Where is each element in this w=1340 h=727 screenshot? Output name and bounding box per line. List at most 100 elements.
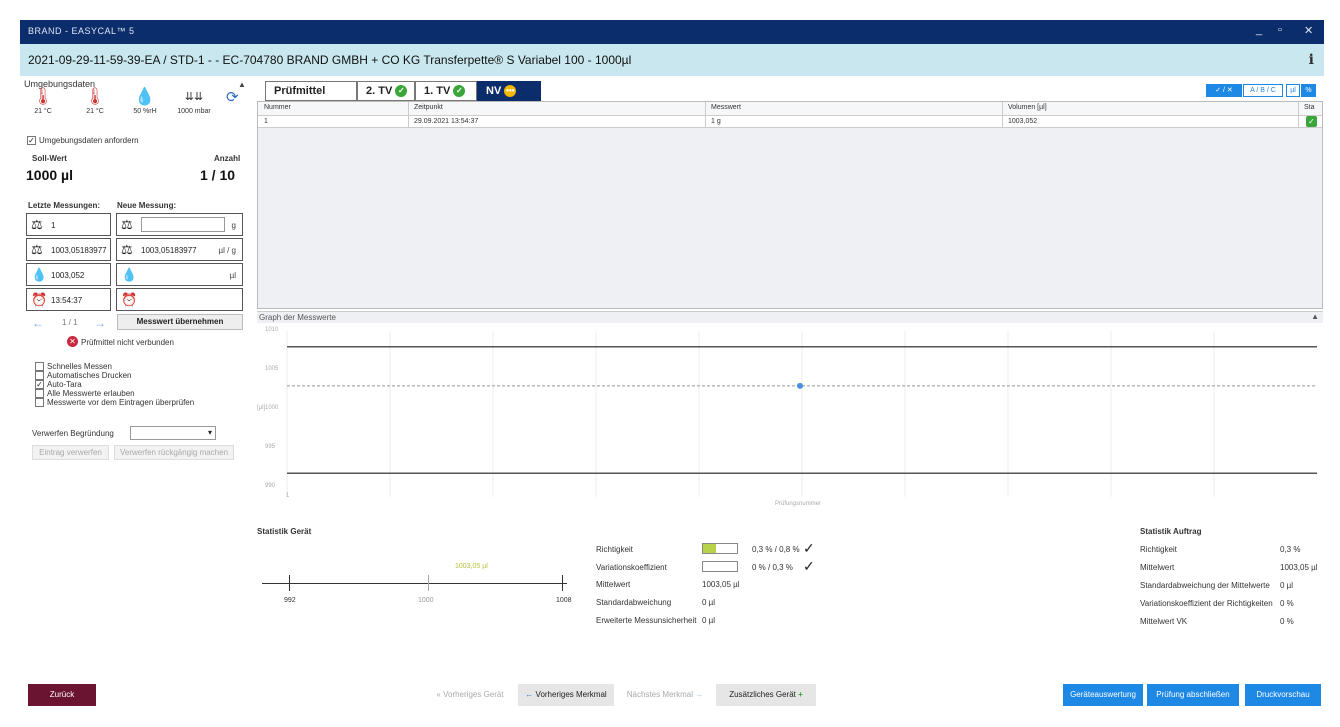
y-tick-label: 995 — [265, 444, 276, 450]
check-icon: ✓ — [803, 540, 815, 556]
add-device-button[interactable]: Zusätzliches Gerät + — [716, 684, 816, 706]
column-header[interactable]: Zeitpunkt — [414, 104, 443, 111]
option-checkbox-2[interactable]: ✓ — [35, 380, 44, 389]
last-volume-box: 💧 1003,052 — [26, 263, 111, 286]
discard-reason-label: Verwerfen Begründung — [32, 429, 114, 438]
new-factor: 1003,05183977 — [141, 246, 197, 255]
prev-device-button[interactable]: « Vorheriges Gerät — [425, 684, 515, 706]
new-weight-box: ⚖ g — [116, 213, 243, 236]
tolerance-scale — [262, 583, 567, 584]
stat-label: Variationskoeffizient — [596, 563, 667, 572]
cell-number: 1 — [264, 118, 268, 125]
prev-feature-button[interactable]: ← Vorheriges Merkmal — [518, 684, 614, 706]
env-pressure: ⇊⇊ 1000 mbar — [176, 86, 212, 115]
refresh-icon[interactable]: ⟳ — [226, 88, 239, 106]
stat-label: Richtigkeit — [596, 545, 633, 554]
tab-1tv[interactable]: 1. TV ✓ — [415, 81, 477, 101]
chevron-down-icon: ▾ — [207, 428, 212, 437]
y-axis-label: [µl] — [257, 405, 266, 411]
alarm-clock-icon: ⏰ — [31, 292, 48, 307]
option-checkbox-1[interactable] — [35, 371, 44, 380]
tab-label: NV — [486, 85, 502, 97]
y-tick-label: 990 — [265, 483, 276, 489]
title-bar: BRAND - EASYCAL™ 5 _ ▫ ✕ — [20, 20, 1324, 44]
page-title: 2021-09-29-11-59-39-EA / STD-1 - - EC-70… — [28, 53, 632, 67]
new-time-box: ⏰ — [116, 288, 243, 311]
column-header[interactable]: Nummer — [264, 104, 291, 111]
env-request-checkbox[interactable]: ✓ — [27, 136, 36, 145]
next-arrow-icon[interactable]: → — [94, 316, 106, 330]
option-checkbox-0[interactable] — [35, 362, 44, 371]
app-title: BRAND - EASYCAL™ 5 — [28, 26, 135, 36]
last-weight-box: ⚖ 1 — [26, 213, 111, 236]
stat-label: Richtigkeit — [1140, 545, 1177, 554]
arrow-left-icon: ← — [525, 690, 534, 699]
device-evaluation-button[interactable]: Geräteauswertung — [1063, 684, 1143, 706]
info-icon[interactable]: i — [1309, 52, 1314, 68]
stat-label: Mittelwert — [1140, 563, 1175, 572]
stat-label: Mittelwert — [596, 580, 631, 589]
new-weight-input[interactable] — [141, 217, 225, 232]
measurements-table: Nummer Zeitpunkt Messwert Volumen [µl] S… — [257, 101, 1323, 309]
option-checkbox-4[interactable] — [35, 398, 44, 407]
humidity-icon: 💧 — [134, 87, 156, 106]
close-button[interactable]: ✕ — [1304, 24, 1313, 37]
maximize-button[interactable]: ▫ — [1278, 24, 1282, 36]
undo-discard-button[interactable]: Verwerfen rückgängig machen — [114, 445, 234, 460]
collapse-icon[interactable]: ▲ — [1311, 312, 1319, 321]
env-humidity: 💧 50 %rH — [130, 86, 160, 115]
factor-icon: ⚖ — [121, 242, 133, 257]
thermometer-icon: 🌡 — [32, 87, 54, 106]
env-value: 1000 mbar — [177, 108, 211, 115]
column-header[interactable]: Messwert — [711, 104, 741, 111]
toggle-percent[interactable]: % — [1301, 84, 1316, 97]
toggle-ok-nok[interactable]: ✓ / ✕ — [1206, 84, 1242, 97]
table-header: Nummer Zeitpunkt Messwert Volumen [µl] S… — [258, 102, 1322, 116]
option-label: Schnelles Messen — [47, 362, 112, 371]
last-measurements-label: Letzte Messungen: — [28, 201, 101, 210]
new-factor-box: ⚖ 1003,05183977 µl / g — [116, 238, 243, 261]
stat-value: 0 % — [1280, 617, 1294, 626]
graph-title-bar: Graph der Messwerte ▲ — [257, 311, 1323, 323]
discard-entry-button[interactable]: Eintrag verwerfen — [32, 445, 109, 460]
scale-tick — [562, 575, 563, 591]
column-header[interactable]: Volumen [µl] — [1008, 104, 1047, 111]
factor-unit: µl / g — [218, 246, 236, 255]
tab-pruefmittel[interactable]: Prüfmittel — [265, 81, 357, 101]
discard-reason-select[interactable]: ▾ — [130, 426, 216, 440]
tab-nv[interactable]: NV ••• — [477, 81, 541, 101]
pressure-icon: ⇊⇊ — [184, 91, 204, 103]
option-checkbox-3[interactable] — [35, 389, 44, 398]
toggle-abc[interactable]: A / B / C — [1243, 84, 1283, 97]
back-button[interactable]: Zurück — [28, 684, 96, 706]
stat-value: 0 µl — [1280, 581, 1294, 590]
column-header[interactable]: Sta — [1304, 104, 1315, 111]
status-ok-icon: ✓ — [1306, 116, 1317, 127]
weight-unit: g — [231, 221, 236, 230]
print-preview-button[interactable]: Druckvorschau — [1245, 684, 1321, 706]
tab-2tv[interactable]: 2. TV ✓ — [357, 81, 415, 101]
x-axis-label: Prüfungsnummer — [775, 501, 822, 507]
weight-icon: ⚖ — [121, 217, 133, 232]
check-icon: ✓ — [395, 85, 408, 98]
prev-arrow-icon[interactable]: ← — [32, 316, 44, 330]
button-label: Vorheriges Merkmal — [535, 690, 607, 699]
finish-inspection-button[interactable]: Prüfung abschließen — [1147, 684, 1239, 706]
env-value: 50 %rH — [133, 108, 157, 115]
stat-value: 1003,05 µl — [1280, 563, 1318, 572]
button-label: Nächstes Merkmal — [626, 690, 693, 699]
target-value: 1000 µl — [26, 167, 73, 183]
button-label: Zusätzliches Gerät — [729, 690, 796, 699]
env-temperature-2: 🌡 21 °C — [82, 86, 108, 115]
accept-measurement-button[interactable]: Messwert übernehmen — [117, 314, 243, 330]
env-value: 21 °C — [34, 108, 52, 115]
stat-value: 0,3 % — [1280, 545, 1301, 554]
table-row[interactable]: 1 29.09.2021 13:54:37 1 g 1003,052 ✓ — [258, 116, 1322, 128]
toggle-ul[interactable]: µl — [1286, 84, 1300, 97]
y-tick-label: 1010 — [265, 327, 279, 333]
thermometer-icon: 🌡 — [84, 87, 106, 106]
next-feature-button[interactable]: Nächstes Merkmal → — [617, 684, 713, 706]
minimize-button[interactable]: _ — [1256, 24, 1262, 36]
alarm-clock-icon: ⏰ — [121, 292, 138, 307]
last-time: 13:54:37 — [51, 296, 83, 305]
